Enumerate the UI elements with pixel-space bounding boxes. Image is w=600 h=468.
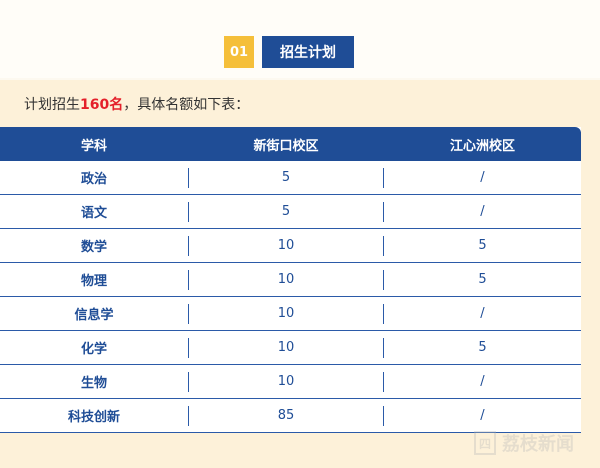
jiangxinzhou-cell: / <box>384 194 581 229</box>
xinjiekou-cell: 10 <box>188 296 384 331</box>
jiangxinzhou-cell: / <box>384 398 581 433</box>
subject-cell: 化学 <box>0 330 188 365</box>
jiangxinzhou-cell: / <box>384 161 581 195</box>
subject-cell: 信息学 <box>0 296 188 331</box>
watermark-logo: 四 荔枝新闻 <box>474 430 574 456</box>
xinjiekou-cell: 10 <box>188 228 384 263</box>
header-jiangxinzhou: 江心洲校区 <box>384 127 581 161</box>
table-row: 生物 10 / <box>0 364 581 399</box>
table-row: 化学 10 5 <box>0 330 581 365</box>
jiangxinzhou-cell: / <box>384 296 581 331</box>
subject-cell: 科技创新 <box>0 398 188 433</box>
intro-prefix: 计划招生 <box>24 97 80 113</box>
section-number-badge: 01 <box>224 36 254 68</box>
table-row: 科技创新 85 / <box>0 398 581 433</box>
table-row: 政治 5 / <box>0 161 581 195</box>
xinjiekou-cell: 10 <box>188 262 384 297</box>
xinjiekou-cell: 10 <box>188 364 384 399</box>
header-xinjiekou: 新街口校区 <box>188 127 384 161</box>
enrollment-table: 学科 新街口校区 江心洲校区 政治 5 / 语文 5 / 数学 10 5 物理 … <box>0 127 581 433</box>
xinjiekou-cell: 85 <box>188 398 384 433</box>
jiangxinzhou-cell: / <box>384 364 581 399</box>
header-subject: 学科 <box>0 127 188 161</box>
table-row: 信息学 10 / <box>0 296 581 331</box>
subject-cell: 政治 <box>0 161 188 195</box>
jiangxinzhou-cell: 5 <box>384 330 581 365</box>
table-row: 物理 10 5 <box>0 262 581 297</box>
subject-cell: 数学 <box>0 228 188 263</box>
xinjiekou-cell: 5 <box>188 194 384 229</box>
intro-text: 计划招生160名，具体名额如下表： <box>24 94 249 114</box>
table-row: 语文 5 / <box>0 194 581 229</box>
subject-cell: 物理 <box>0 262 188 297</box>
subject-cell: 语文 <box>0 194 188 229</box>
table-header-row: 学科 新街口校区 江心洲校区 <box>0 127 581 161</box>
xinjiekou-cell: 5 <box>188 161 384 195</box>
watermark-text: 荔枝新闻 <box>502 434 574 455</box>
jiangxinzhou-cell: 5 <box>384 228 581 263</box>
intro-suffix: ，具体名额如下表： <box>123 97 250 113</box>
subject-cell: 生物 <box>0 364 188 399</box>
table-row: 数学 10 5 <box>0 228 581 263</box>
intro-highlight: 160名 <box>80 97 124 113</box>
jiangxinzhou-cell: 5 <box>384 262 581 297</box>
watermark-mark: 四 <box>474 431 496 455</box>
xinjiekou-cell: 10 <box>188 330 384 365</box>
section-title: 招生计划 <box>262 36 354 68</box>
section-header: 01 招生计划 <box>224 36 354 68</box>
